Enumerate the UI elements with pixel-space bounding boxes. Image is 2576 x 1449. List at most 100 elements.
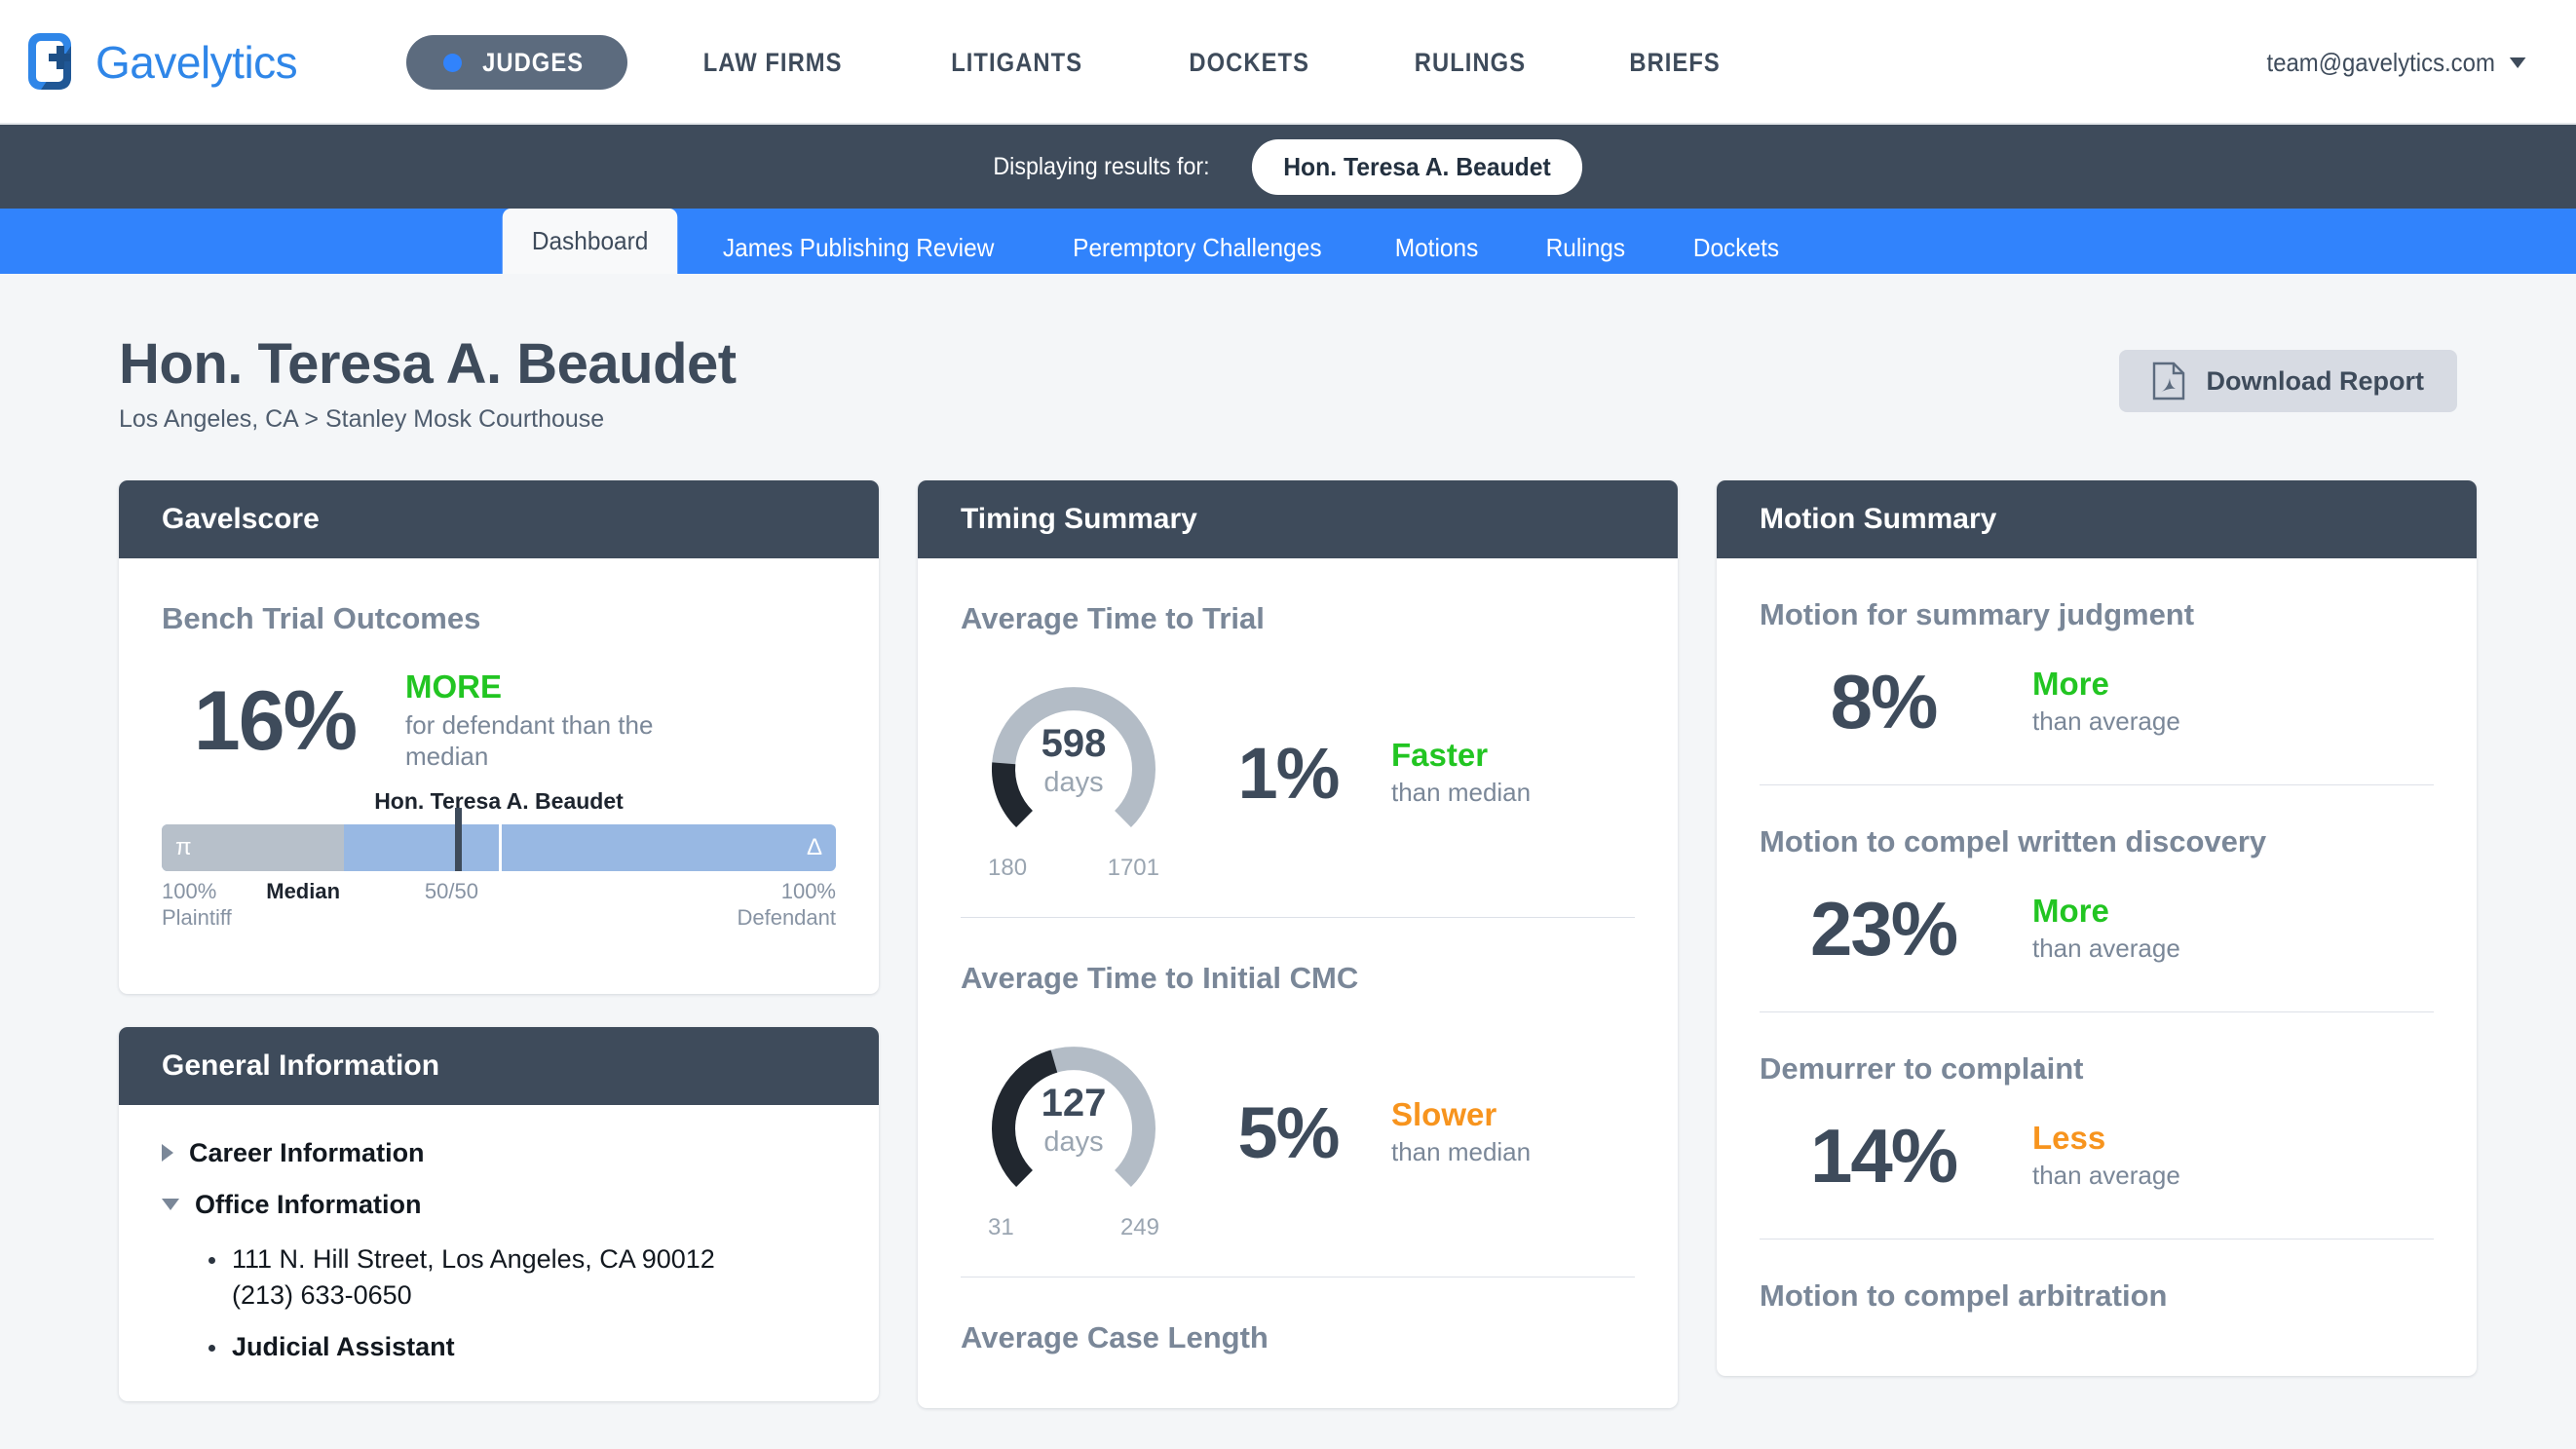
motion-summary-judgment-title: Motion for summary judgment [1760, 597, 2195, 632]
column-right: Motion Summary Motion for summary judgme… [1717, 480, 2477, 1409]
results-banner: Displaying results for: Hon. Teresa A. B… [0, 125, 2576, 209]
motion-summary-judgment-qualifier: More [2032, 666, 2109, 703]
bench-trial-qualifier: MORE [405, 668, 502, 705]
slider-axis-labels: 100% Plaintiff Median 50/50 100% Defenda… [162, 879, 836, 939]
average-case-length-title: Average Case Length [961, 1320, 1269, 1355]
results-label: Displaying results for: [993, 152, 1210, 180]
general-information-card: General Information Career Information O… [119, 1026, 879, 1401]
slider-label-median: Median [266, 878, 341, 903]
average-time-to-initial-cmc-percent: 5% [1237, 1091, 1341, 1173]
plaintiff-symbol-icon: π [175, 833, 192, 860]
demurrer-to-complaint-qualifier: Less [2032, 1120, 2106, 1157]
primary-nav-links: JUDGES LAW FIRMS LITIGANTS DOCKETS RULIN… [406, 35, 1771, 90]
tab-dockets[interactable]: Dockets [1664, 222, 1808, 274]
slider-midpoint-divider [499, 823, 502, 871]
triangle-down-icon [162, 1199, 179, 1211]
slider-label-left-top: 100% [162, 878, 217, 903]
gavelscore-card-title: Gavelscore [119, 480, 879, 559]
motion-compel-discovery-qualifier: More [2032, 893, 2109, 930]
list-item: 111 N. Hill Street, Los Angeles, CA 9001… [207, 1241, 836, 1315]
page-content: Hon. Teresa A. Beaudet Los Angeles, CA >… [0, 274, 2576, 1449]
brand-logo-link[interactable]: Gavelytics [27, 32, 298, 93]
breadcrumb: Los Angeles, CA > Stanley Mosk Courthous… [119, 405, 605, 434]
active-dot-icon [443, 53, 463, 72]
top-navigation-bar: Gavelytics JUDGES LAW FIRMS LITIGANTS DO… [0, 0, 2576, 125]
motion-summary-card-title: Motion Summary [1717, 480, 2477, 559]
slider-track[interactable]: π Δ [162, 807, 836, 871]
average-time-to-trial-max: 1701 [1107, 855, 1159, 882]
motion-summary-judgment-qualifier-sub: than average [2032, 706, 2180, 737]
bench-trial-percent: 16% [193, 674, 358, 769]
demurrer-to-complaint-block: Demurrer to complaint 14% Less than aver… [1760, 1011, 2434, 1239]
section-tab-bar: Dashboard James Publishing Review Peremp… [0, 209, 2576, 274]
average-time-to-trial-qualifier-sub: than median [1391, 778, 1532, 808]
motion-compel-discovery-block: Motion to compel written discovery 23% M… [1760, 784, 2434, 1011]
nav-item-judges[interactable]: JUDGES [406, 35, 628, 90]
section-office-information[interactable]: Office Information [162, 1190, 836, 1220]
slider-judge-marker [455, 807, 463, 871]
page-title: Hon. Teresa A. Beaudet [119, 332, 737, 396]
demurrer-to-complaint-qualifier-sub: than average [2032, 1161, 2180, 1191]
tab-motions[interactable]: Motions [1366, 222, 1508, 274]
nav-item-law-firms[interactable]: LAW FIRMS [664, 48, 883, 78]
nav-item-litigants[interactable]: LITIGANTS [911, 48, 1121, 78]
section-career-information[interactable]: Career Information [162, 1138, 836, 1168]
tab-rulings[interactable]: Rulings [1517, 222, 1655, 274]
download-report-button[interactable]: Download Report [2118, 350, 2457, 412]
brand-name: Gavelytics [95, 37, 298, 88]
section-career-information-label: Career Information [189, 1137, 425, 1167]
average-time-to-initial-cmc-block: Average Time to Initial CMC 127 days 31 … [961, 917, 1635, 1277]
motion-compel-discovery-qualifier-sub: than average [2032, 934, 2180, 964]
timing-summary-card: Timing Summary Average Time to Trial 598… [918, 480, 1678, 1409]
motion-compel-arbitration-title: Motion to compel arbitration [1760, 1278, 2168, 1314]
gavelytics-logo-icon [28, 33, 71, 90]
nav-item-rulings[interactable]: RULINGS [1376, 48, 1566, 78]
download-report-label: Download Report [2206, 365, 2425, 396]
gavelscore-card: Gavelscore Bench Trial Outcomes 16% MORE… [119, 480, 879, 994]
average-time-to-initial-cmc-gauge: 127 days 31 249 [961, 1023, 1187, 1241]
page-header: Hon. Teresa A. Beaudet Los Angeles, CA >… [119, 274, 2457, 480]
general-information-card-title: General Information [119, 1026, 879, 1105]
average-time-to-initial-cmc-qualifier: Slower [1391, 1096, 1497, 1133]
motion-compel-arbitration-block: Motion to compel arbitration [1760, 1239, 2434, 1376]
average-case-length-block: Average Case Length [961, 1277, 1635, 1408]
bench-trial-qualifier-sub: for defendant than the median [405, 709, 654, 772]
gauge-chart-icon [992, 1047, 1155, 1188]
average-time-to-initial-cmc-min: 31 [988, 1214, 1014, 1241]
bench-trial-outcomes-value-row: 16% MORE for defendant than the median [162, 654, 836, 778]
dashboard-grid: Gavelscore Bench Trial Outcomes 16% MORE… [119, 480, 2477, 1441]
triangle-right-icon [162, 1144, 173, 1163]
nav-item-briefs[interactable]: BRIEFS [1590, 48, 1760, 78]
average-time-to-trial-block: Average Time to Trial 598 days 180 1701 … [961, 558, 1635, 917]
average-time-to-trial-gauge: 598 days 180 1701 [961, 664, 1187, 882]
motion-compel-discovery-title: Motion to compel written discovery [1760, 824, 2267, 859]
average-time-to-initial-cmc-max: 249 [1119, 1214, 1159, 1241]
nav-item-judges-label: JUDGES [482, 47, 585, 77]
average-time-to-initial-cmc-qualifier-sub: than median [1391, 1137, 1532, 1167]
pdf-file-icon [2152, 362, 2184, 400]
timing-summary-card-title: Timing Summary [918, 480, 1678, 559]
tab-james-publishing-review[interactable]: James Publishing Review [694, 222, 1024, 274]
average-time-to-trial-percent: 1% [1237, 732, 1341, 814]
motion-compel-discovery-percent: 23% [1809, 886, 1958, 972]
slider-judge-name: Hon. Teresa A. Beaudet [374, 787, 624, 814]
results-chip[interactable]: Hon. Teresa A. Beaudet [1251, 138, 1583, 195]
average-time-to-trial-title: Average Time to Trial [961, 601, 1265, 636]
column-middle: Timing Summary Average Time to Trial 598… [918, 480, 1678, 1441]
average-time-to-initial-cmc-title: Average Time to Initial CMC [961, 961, 1359, 996]
motion-summary-judgment-percent: 8% [1830, 659, 1939, 745]
defendant-symbol-icon: Δ [806, 833, 822, 860]
bench-trial-slider: Hon. Teresa A. Beaudet π Δ 100% Plaintif… [162, 779, 836, 959]
slider-label-fifty-fifty: 50/50 [424, 878, 478, 903]
tab-dashboard[interactable]: Dashboard [502, 209, 678, 274]
motion-summary-judgment-block: Motion for summary judgment 8% More than… [1760, 558, 2434, 784]
section-office-information-label: Office Information [195, 1189, 422, 1219]
demurrer-to-complaint-percent: 14% [1809, 1113, 1958, 1200]
list-item: Judicial Assistant [207, 1329, 836, 1365]
account-menu[interactable]: team@gavelytics.com [2267, 48, 2526, 78]
column-left: Gavelscore Bench Trial Outcomes 16% MORE… [119, 480, 879, 1433]
nav-item-dockets[interactable]: DOCKETS [1150, 48, 1349, 78]
bench-trial-outcomes-block: Bench Trial Outcomes 16% MORE for defend… [162, 558, 836, 993]
gauge-chart-icon [992, 687, 1155, 828]
tab-peremptory-challenges[interactable]: Peremptory Challenges [1044, 222, 1352, 274]
